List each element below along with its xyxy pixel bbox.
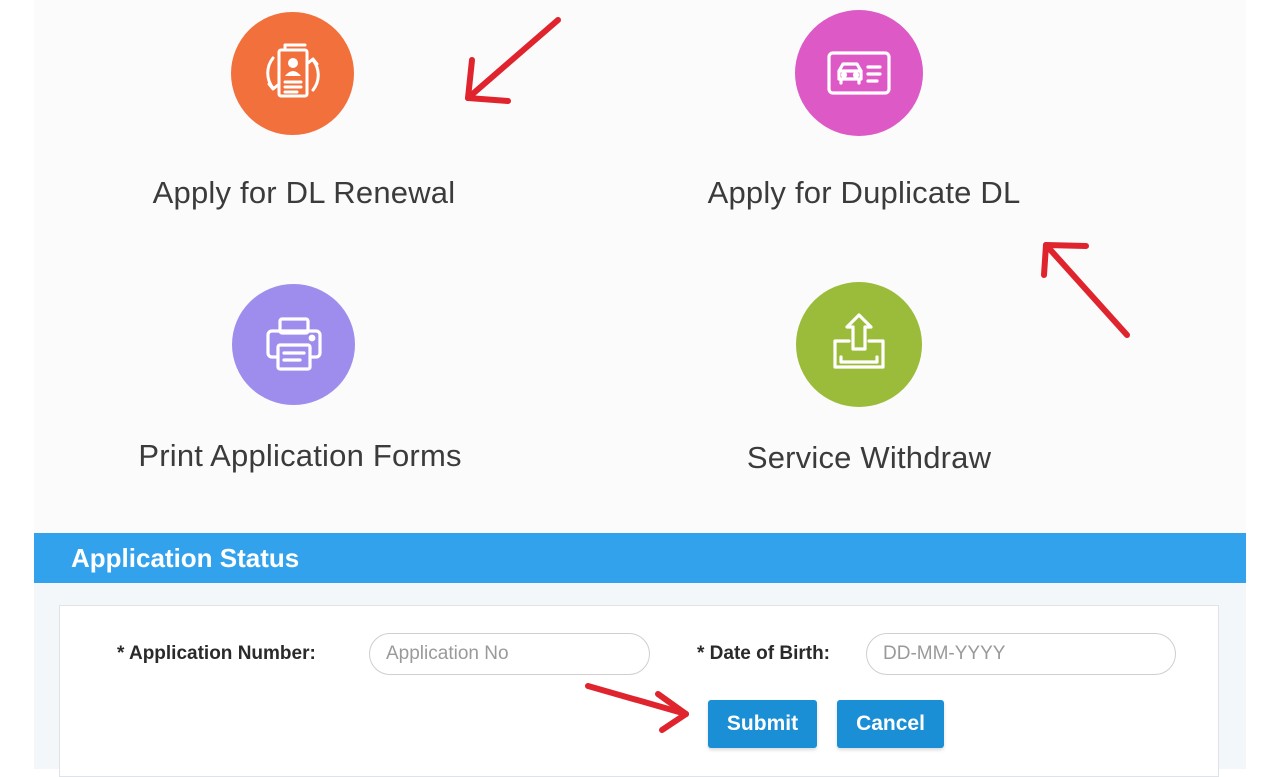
application-status-form [59, 605, 1219, 777]
renewal-icon-circle [231, 12, 354, 135]
duplicate-icon-circle [795, 10, 923, 136]
service-label: Service Withdraw [746, 440, 992, 475]
service-label: Print Application Forms [138, 438, 462, 473]
date-of-birth-label: * Date of Birth: [697, 643, 830, 664]
application-status-header: Application Status [34, 533, 1246, 583]
print-icon-circle [232, 284, 355, 405]
withdraw-icon-circle [796, 282, 922, 407]
service-label: Apply for DL Renewal [152, 175, 456, 210]
date-of-birth-input[interactable] [866, 633, 1176, 675]
cancel-button[interactable]: Cancel [837, 700, 944, 748]
application-number-input[interactable] [369, 633, 650, 675]
upload-tray-icon [833, 312, 885, 369]
printer-icon [265, 316, 322, 371]
application-status-title: Application Status [71, 543, 300, 573]
application-number-label: * Application Number: [117, 643, 316, 664]
renewal-document-icon [265, 43, 320, 97]
service-label: Apply for Duplicate DL [707, 175, 1021, 210]
driving-license-card-icon [827, 51, 891, 95]
submit-button[interactable]: Submit [708, 700, 817, 748]
